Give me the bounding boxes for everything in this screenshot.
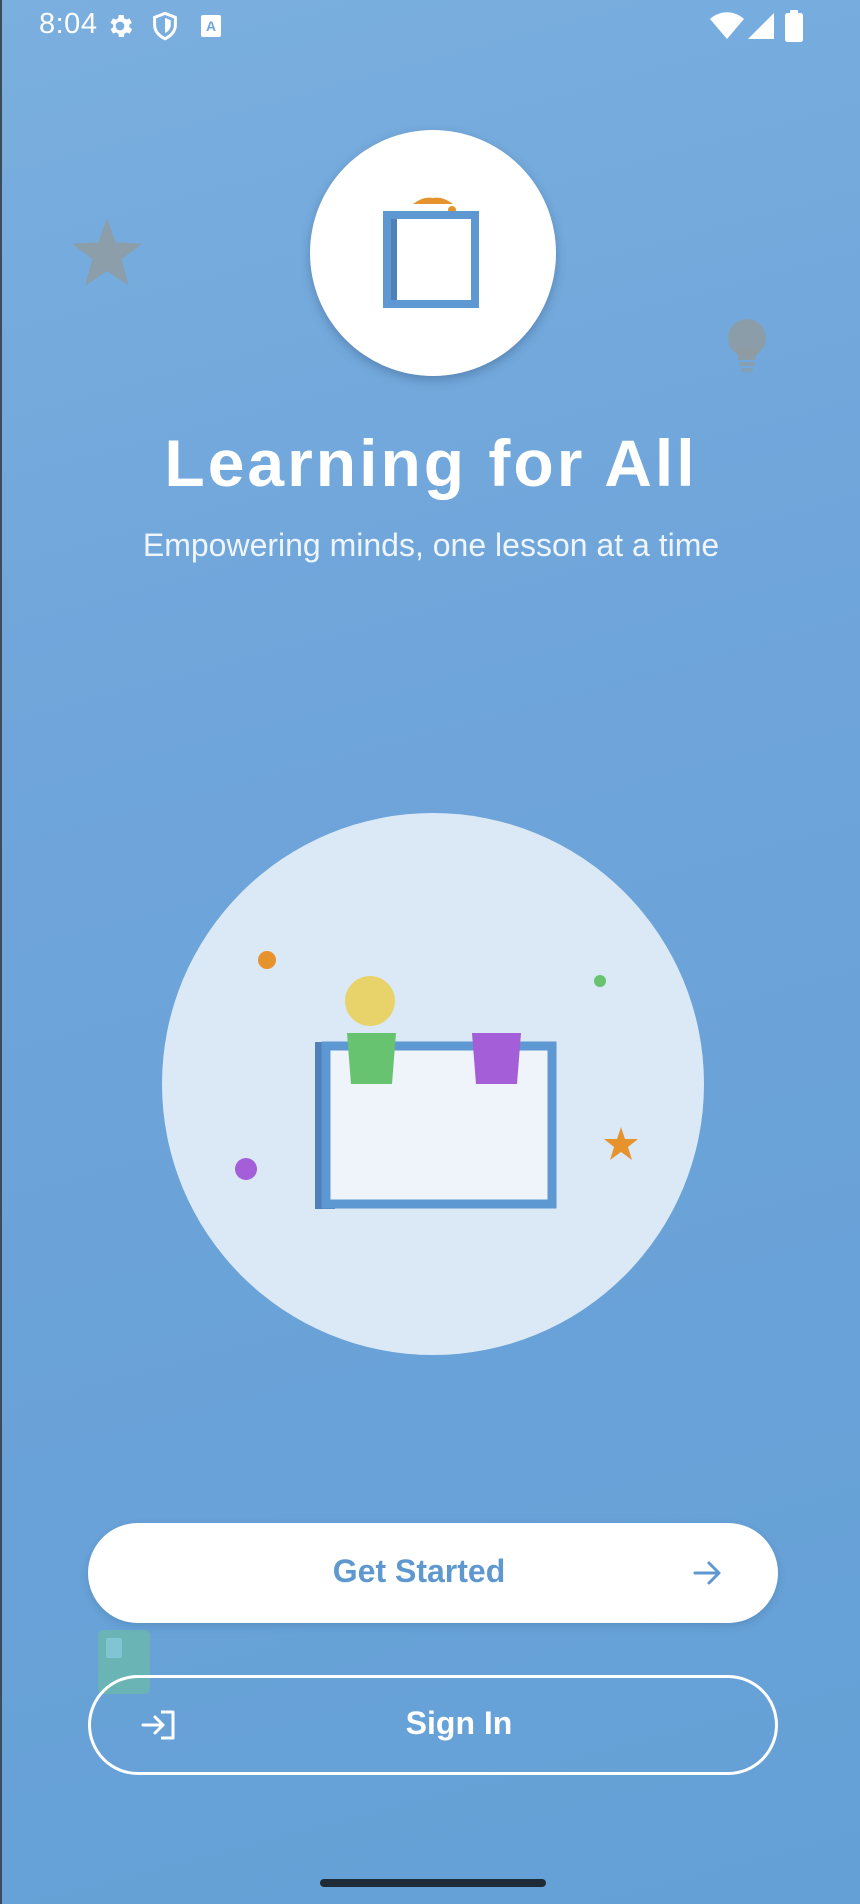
book-icon: [383, 194, 483, 315]
a-badge-icon: A: [200, 14, 222, 43]
shield-icon: [151, 11, 179, 46]
app-subtitle: Empowering minds, one lesson at a time: [142, 527, 720, 563]
get-started-label: Get Started: [332, 1553, 506, 1589]
app-title: Learning for All: [164, 426, 698, 500]
status-time: 8:04: [39, 8, 98, 40]
lightbulb-decoration-icon: [726, 318, 768, 381]
get-started-button[interactable]: Get Started: [88, 1523, 778, 1623]
home-indicator[interactable]: [320, 1879, 546, 1887]
sign-in-button[interactable]: Sign In: [88, 1675, 778, 1775]
star-decoration-icon: [72, 218, 142, 291]
classroom-illustration-icon: [162, 813, 704, 1355]
welcome-screen: 8:04 A Learning for All Empowering minds…: [0, 0, 860, 1904]
svg-text:A: A: [206, 18, 216, 34]
status-bar: 8:04 A: [2, 0, 860, 52]
sign-in-label: Sign In: [405, 1705, 513, 1741]
app-logo: [310, 130, 556, 376]
wifi-icon: [710, 12, 744, 45]
signal-icon: [747, 12, 775, 45]
arrow-right-icon: [692, 1557, 724, 1594]
gear-icon: [105, 11, 135, 46]
battery-icon: [785, 10, 803, 47]
